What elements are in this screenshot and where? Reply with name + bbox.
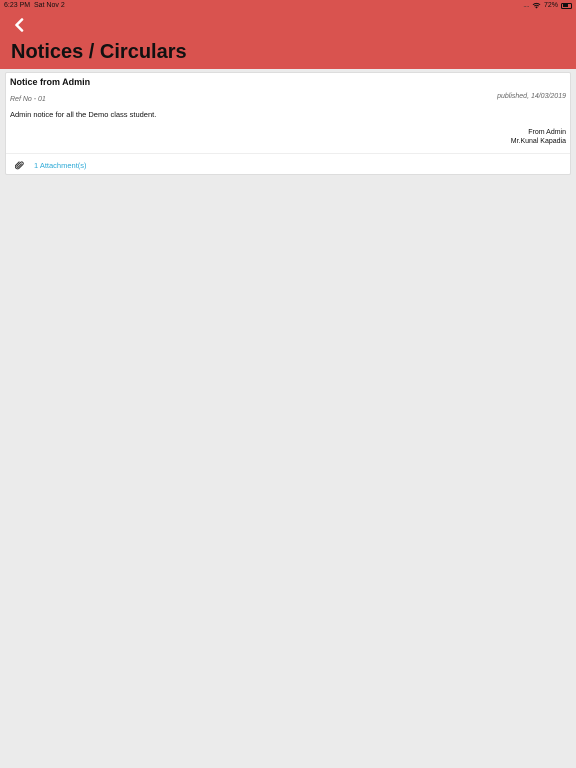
attachments-link[interactable]: 1 Attachment(s) (34, 161, 87, 170)
status-date: Sat Nov 2 (33, 2, 65, 9)
notice-from-name: Mr.Kunal Kapadia (510, 138, 566, 145)
battery-icon (561, 2, 572, 9)
notice-from-label: From Admin (528, 129, 566, 136)
wifi-icon (532, 2, 541, 9)
notice-body: Admin notice for all the Demo class stud… (10, 110, 157, 119)
status-time-date: 6:23 PM Sat Nov 2 (4, 2, 65, 9)
notice-title: Notice from Admin (10, 77, 91, 87)
notice-ref-no: Ref No - 01 (10, 96, 46, 103)
signal-icon: .... (523, 2, 529, 9)
status-time: 6:23 PM (4, 2, 31, 9)
notice-published-date: published, 14/03/2019 (497, 93, 566, 100)
notice-card[interactable]: Notice from Admin Ref No - 01 published,… (5, 72, 571, 175)
status-right: .... 72% (523, 2, 572, 9)
status-bar: 6:23 PM Sat Nov 2 .... 72% (0, 0, 576, 12)
back-button[interactable] (10, 16, 28, 34)
page-title: Notices / Circulars (11, 41, 187, 63)
paperclip-icon (15, 160, 24, 170)
app-header: 6:23 PM Sat Nov 2 .... 72% Notices / Cir… (0, 0, 576, 69)
attachments-row[interactable]: 1 Attachment(s) (6, 154, 570, 176)
battery-percent: 72% (543, 2, 558, 9)
chevron-left-icon (15, 18, 24, 32)
